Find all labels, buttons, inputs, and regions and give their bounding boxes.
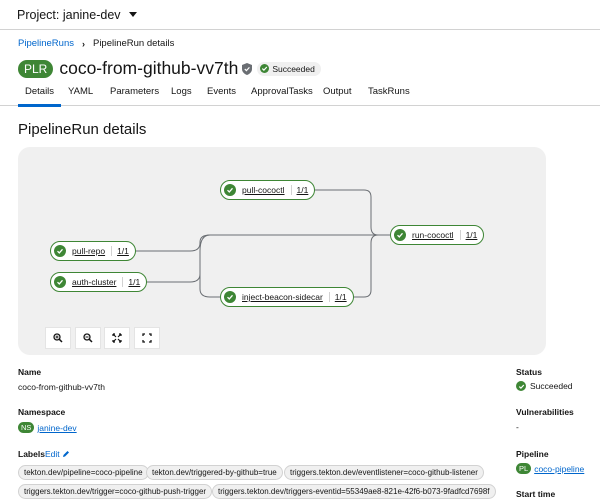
node-inject-beacon-sidecar[interactable]: inject-beacon-sidecar 1/1 [220,287,354,307]
namespace-link[interactable]: janine-dev [37,423,76,433]
breadcrumb-pipelineruns-link[interactable]: PipelineRuns [18,38,74,49]
section-title: PipelineRun details [18,121,147,138]
zoom-out-icon [83,333,93,343]
status-value: Succeeded [530,381,573,391]
plr-badge: PLR [18,59,54,78]
node-label: auth-cluster [72,277,117,287]
page-title: coco-from-github-vv7th [59,58,239,78]
namespace-value-row: NS janine-dev [18,422,77,433]
check-circle-icon [224,291,236,303]
check-circle-icon [224,184,236,196]
label-chip: tekton.dev/pipeline=coco-pipeline [18,465,149,480]
namespace-label: Namespace [18,407,66,417]
pipeline-link[interactable]: coco-pipeline [534,464,584,474]
tab-logs[interactable]: Logs [171,81,192,103]
breadcrumb-current: PipelineRun details [92,38,175,49]
tab-yaml[interactable]: YAML [68,81,93,103]
node-label: pull-repo [72,246,106,256]
fit-to-screen-button[interactable] [104,327,130,349]
ns-badge: NS [18,422,35,433]
zoom-in-icon [53,333,63,343]
zoom-out-button[interactable] [75,327,101,349]
labels-edit-link[interactable]: Edit [45,449,60,459]
status-value-row: Succeeded [516,381,573,391]
check-circle-icon [260,64,270,73]
pipeline-topology: pull-cococtl 1/1 pull-repo 1/1 auth-clus… [18,147,546,355]
status-badge: Succeeded [257,61,321,76]
node-run-cococtl[interactable]: run-cococtl 1/1 [390,225,485,245]
tab-bar: Details YAML Parameters Logs Events Appr… [0,80,600,107]
node-label: pull-cococtl [242,185,285,195]
node-count: 1/1 [328,292,347,302]
tab-output[interactable]: Output [323,81,352,103]
chevron-right-icon: › [81,38,85,49]
expand-icon [142,333,152,343]
breadcrumb: PipelineRuns › PipelineRun details [18,38,174,49]
label-chip: tekton.dev/triggered-by-github=true [146,465,283,480]
name-value: coco-from-github-vv7th [18,382,105,392]
labels-header: Labels Edit [18,449,70,459]
caret-down-icon [128,12,137,17]
reset-view-button[interactable] [134,327,160,349]
labels-label: Labels [18,449,45,459]
name-label: Name [18,367,42,377]
node-count: 1/1 [290,185,308,195]
zoom-in-button[interactable] [45,327,71,349]
project-selector[interactable]: Project: janine-dev [17,8,137,22]
shield-icon [242,62,253,75]
tab-approvaltasks[interactable]: ApprovalTasks [251,81,313,103]
node-count: 1/1 [122,277,140,287]
node-label: inject-beacon-sidecar [242,292,323,302]
node-auth-cluster[interactable]: auth-cluster 1/1 [50,272,148,292]
project-label: Project: janine-dev [17,7,121,22]
status-label: Status [516,367,542,377]
vulnerabilities-label: Vulnerabilities [516,407,574,417]
check-circle-icon [54,245,66,257]
pencil-icon [62,451,69,457]
tab-taskruns[interactable]: TaskRuns [368,81,410,103]
check-circle-icon [54,276,66,288]
node-count: 1/1 [459,230,477,240]
pipeline-value-row: PL coco-pipeline [516,463,584,474]
pipeline-label: Pipeline [516,449,549,459]
node-pull-repo[interactable]: pull-repo 1/1 [50,241,136,261]
tab-parameters[interactable]: Parameters [110,81,159,103]
label-chip: triggers.tekton.dev/trigger=coco-github-… [18,484,213,499]
node-label: run-cococtl [412,230,454,240]
node-count: 1/1 [111,246,129,256]
page-header: PLR coco-from-github-vv7th Succeeded [18,58,321,79]
project-bar: Project: janine-dev [0,0,600,30]
start-time-label: Start time [516,489,556,499]
label-chip: triggers.tekton.dev/triggers-eventid=553… [212,484,496,499]
expand-arrows-icon [112,333,122,343]
node-pull-cococtl[interactable]: pull-cococtl 1/1 [220,180,316,200]
label-chip: triggers.tekton.dev/eventlistener=coco-g… [284,465,484,480]
tab-details[interactable]: Details [17,81,62,107]
tab-events[interactable]: Events [207,81,236,103]
check-circle-icon [394,229,406,241]
vulnerabilities-value: - [516,422,519,432]
status-badge-text: Succeeded [272,63,315,74]
pl-badge: PL [516,463,532,474]
check-circle-icon [516,381,526,391]
